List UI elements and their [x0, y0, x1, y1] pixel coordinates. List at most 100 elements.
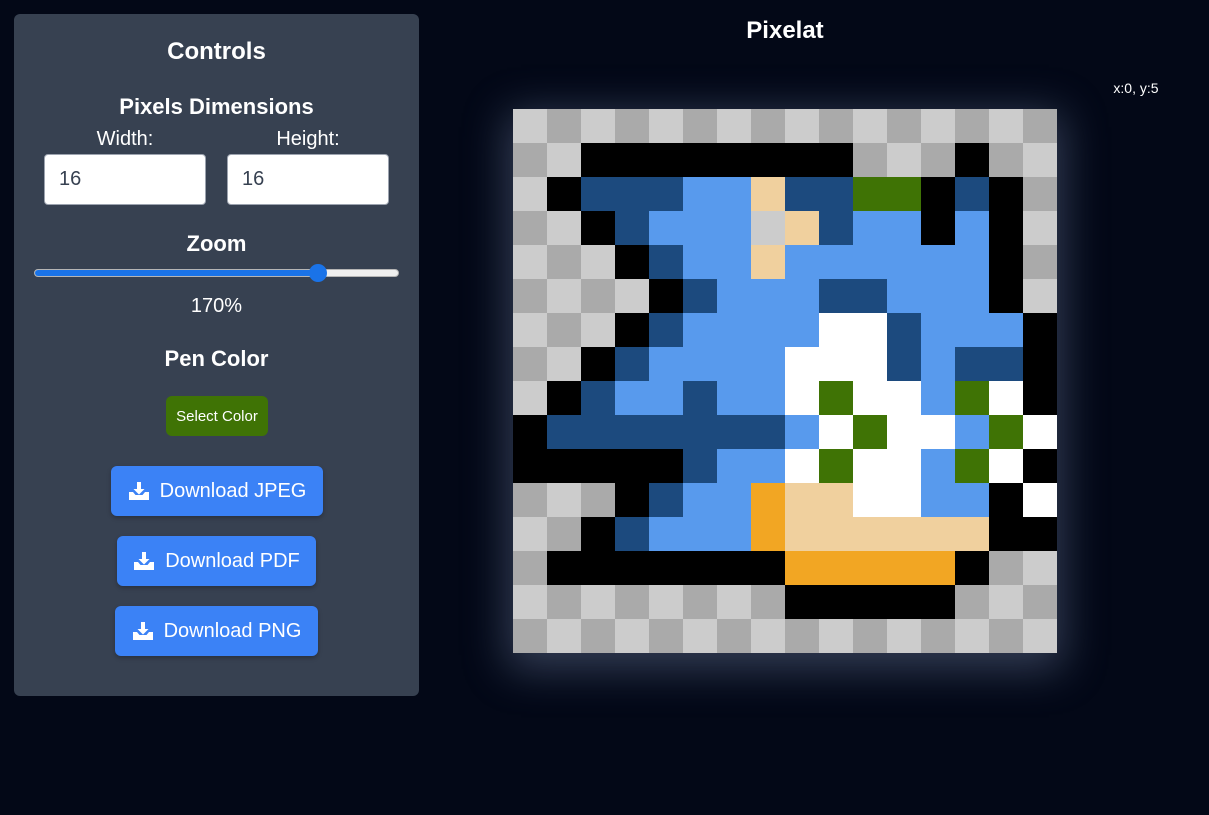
pixel-cell[interactable] — [751, 517, 785, 551]
pixel-cell[interactable] — [683, 381, 717, 415]
pixel-cell[interactable] — [513, 347, 547, 381]
pixel-cell[interactable] — [547, 211, 581, 245]
width-input[interactable] — [44, 154, 206, 205]
pixel-cell[interactable] — [819, 483, 853, 517]
pixel-cell[interactable] — [887, 551, 921, 585]
pixel-cell[interactable] — [1023, 143, 1057, 177]
pixel-cell[interactable] — [1023, 449, 1057, 483]
pixel-cell[interactable] — [581, 245, 615, 279]
pixel-cell[interactable] — [581, 211, 615, 245]
pixel-cell[interactable] — [785, 381, 819, 415]
pixel-cell[interactable] — [955, 245, 989, 279]
pixel-cell[interactable] — [683, 109, 717, 143]
pixel-cell[interactable] — [819, 585, 853, 619]
pixel-cell[interactable] — [683, 211, 717, 245]
pixel-cell[interactable] — [989, 517, 1023, 551]
pixel-cell[interactable] — [921, 245, 955, 279]
pixel-cell[interactable] — [1023, 585, 1057, 619]
pixel-cell[interactable] — [989, 109, 1023, 143]
pixel-cell[interactable] — [547, 381, 581, 415]
pixel-cell[interactable] — [717, 109, 751, 143]
pixel-cell[interactable] — [615, 177, 649, 211]
pixel-cell[interactable] — [887, 415, 921, 449]
pixel-cell[interactable] — [717, 177, 751, 211]
pixel-cell[interactable] — [581, 551, 615, 585]
pixel-cell[interactable] — [683, 279, 717, 313]
pixel-cell[interactable] — [853, 143, 887, 177]
pixel-cell[interactable] — [921, 551, 955, 585]
pixel-cell[interactable] — [819, 279, 853, 313]
pixel-cell[interactable] — [785, 619, 819, 653]
pixel-cell[interactable] — [989, 143, 1023, 177]
pixel-cell[interactable] — [683, 313, 717, 347]
pixel-cell[interactable] — [615, 347, 649, 381]
pixel-cell[interactable] — [683, 347, 717, 381]
pixel-cell[interactable] — [649, 483, 683, 517]
pixel-cell[interactable] — [581, 449, 615, 483]
pixel-cell[interactable] — [717, 347, 751, 381]
pixel-cell[interactable] — [1023, 381, 1057, 415]
pixel-cell[interactable] — [887, 449, 921, 483]
pixel-cell[interactable] — [717, 551, 751, 585]
pixel-cell[interactable] — [819, 143, 853, 177]
pixel-cell[interactable] — [581, 279, 615, 313]
pixel-cell[interactable] — [853, 517, 887, 551]
pixel-cell[interactable] — [547, 449, 581, 483]
pixel-cell[interactable] — [581, 585, 615, 619]
pixel-cell[interactable] — [785, 347, 819, 381]
pixel-cell[interactable] — [921, 313, 955, 347]
pixel-cell[interactable] — [751, 449, 785, 483]
pixel-cell[interactable] — [751, 483, 785, 517]
pixel-cell[interactable] — [1023, 245, 1057, 279]
pixel-cell[interactable] — [649, 109, 683, 143]
height-input[interactable] — [227, 154, 389, 205]
pixel-cell[interactable] — [785, 483, 819, 517]
pixel-cell[interactable] — [1023, 347, 1057, 381]
pixel-cell[interactable] — [785, 585, 819, 619]
pixel-cell[interactable] — [751, 211, 785, 245]
pixel-cell[interactable] — [887, 483, 921, 517]
pixel-cell[interactable] — [615, 211, 649, 245]
pixel-cell[interactable] — [853, 381, 887, 415]
pixel-cell[interactable] — [819, 517, 853, 551]
zoom-slider[interactable] — [34, 264, 399, 282]
pixel-cell[interactable] — [683, 551, 717, 585]
pixel-cell[interactable] — [853, 279, 887, 313]
pixel-cell[interactable] — [887, 313, 921, 347]
pixel-cell[interactable] — [955, 415, 989, 449]
pixel-cell[interactable] — [683, 177, 717, 211]
pixel-cell[interactable] — [513, 279, 547, 313]
pixel-cell[interactable] — [717, 245, 751, 279]
pixel-cell[interactable] — [615, 143, 649, 177]
pixel-cell[interactable] — [615, 483, 649, 517]
pixel-cell[interactable] — [649, 517, 683, 551]
pixel-cell[interactable] — [955, 585, 989, 619]
pixel-cell[interactable] — [717, 211, 751, 245]
pixel-cell[interactable] — [955, 483, 989, 517]
pixel-cell[interactable] — [853, 551, 887, 585]
pixel-cell[interactable] — [649, 143, 683, 177]
pixel-cell[interactable] — [921, 177, 955, 211]
pixel-cell[interactable] — [615, 109, 649, 143]
pixel-cell[interactable] — [955, 619, 989, 653]
pixel-cell[interactable] — [751, 313, 785, 347]
pixel-cell[interactable] — [819, 551, 853, 585]
pixel-cell[interactable] — [955, 517, 989, 551]
pixel-cell[interactable] — [649, 347, 683, 381]
pixel-cell[interactable] — [547, 109, 581, 143]
pixel-cell[interactable] — [547, 619, 581, 653]
pixel-cell[interactable] — [683, 585, 717, 619]
pixel-cell[interactable] — [955, 313, 989, 347]
pixel-cell[interactable] — [513, 245, 547, 279]
pixel-cell[interactable] — [1023, 279, 1057, 313]
pixel-cell[interactable] — [547, 313, 581, 347]
pixel-cell[interactable] — [513, 619, 547, 653]
pixel-cell[interactable] — [547, 143, 581, 177]
pixel-cell[interactable] — [887, 177, 921, 211]
pixel-cell[interactable] — [547, 245, 581, 279]
pixel-cell[interactable] — [547, 347, 581, 381]
pixel-cell[interactable] — [921, 279, 955, 313]
pixel-cell[interactable] — [717, 415, 751, 449]
download-pdf-button[interactable]: Download PDF — [117, 536, 316, 586]
pixel-cell[interactable] — [853, 483, 887, 517]
